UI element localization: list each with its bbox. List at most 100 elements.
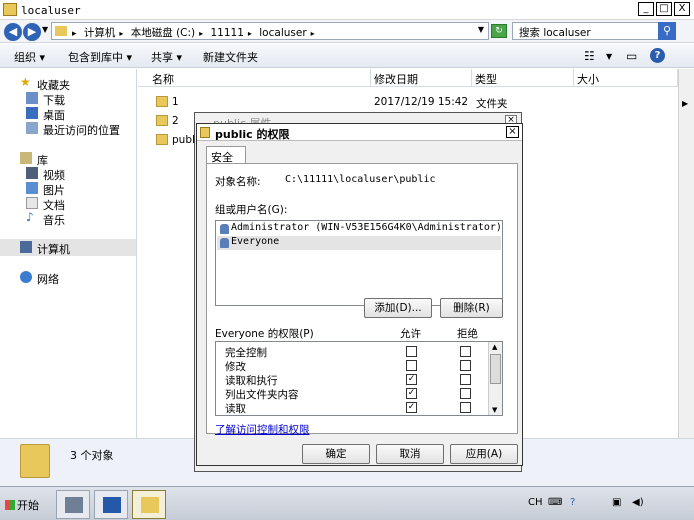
ok-button[interactable]: 确定 xyxy=(302,444,370,464)
deny-checkbox[interactable] xyxy=(460,374,471,385)
nav-recent[interactable]: 最近访问的位置 xyxy=(0,120,136,137)
scroll-down-arrow-icon[interactable]: ▼ xyxy=(492,406,497,414)
server-manager-icon xyxy=(65,497,83,513)
nav-network[interactable]: 网络 xyxy=(0,269,136,286)
scroll-up-arrow-icon[interactable]: ▲ xyxy=(492,343,497,351)
cancel-button[interactable]: 取消 xyxy=(376,444,444,464)
permission-row: 修改 xyxy=(216,359,488,373)
start-button[interactable]: 开始 xyxy=(2,493,40,515)
tab-security[interactable]: 安全 xyxy=(206,146,246,164)
user-list: Administrator (WIN-V53E156G4K0\Administr… xyxy=(215,220,503,306)
dialog-title: public 的权限 xyxy=(215,128,290,141)
allow-checkbox[interactable] xyxy=(406,346,417,357)
taskbar-powershell[interactable] xyxy=(94,490,128,519)
folder-icon xyxy=(156,115,168,126)
view-options-icon[interactable]: ☷ xyxy=(584,49,595,63)
deny-checkbox[interactable] xyxy=(460,388,471,399)
address-row: ◀ ▶ ▼ ▸ 计算机 ▸ 本地磁盘 (C:) ▸ 11111 ▸ localuser… xyxy=(0,20,694,43)
folder-icon xyxy=(3,3,17,16)
user-item-everyone[interactable]: Everyone xyxy=(217,236,501,250)
back-button[interactable]: ◀ xyxy=(4,23,22,41)
volume-icon[interactable]: ◀) xyxy=(632,497,644,508)
window-title: localuser xyxy=(21,4,81,17)
taskbar: 开始 CH ⌨ ? ▣ ◀) xyxy=(0,486,694,520)
scroll-thumb[interactable] xyxy=(490,354,501,384)
forward-button[interactable]: ▶ xyxy=(23,23,41,41)
ime-indicator[interactable]: CH xyxy=(528,497,543,508)
video-icon xyxy=(26,167,38,179)
permissions-label: Everyone 的权限(P) xyxy=(215,328,314,340)
allow-checkbox[interactable] xyxy=(406,360,417,371)
minimize-button[interactable]: _ xyxy=(638,2,654,16)
deny-checkbox[interactable] xyxy=(460,360,471,371)
permissions-dialog: public 的权限 × 安全 对象名称: C:\11111\localuser… xyxy=(196,123,523,466)
object-name-label: 对象名称: xyxy=(215,176,261,188)
organize-button[interactable]: 组织 ▾ xyxy=(14,49,45,65)
learn-access-control-link[interactable]: 了解访问控制和权限 xyxy=(215,422,310,437)
navigation-pane: ★ 收藏夹 下载 桌面 最近访问的位置 库 视频 图片 文档 ♪ 音乐 计算机 … xyxy=(0,69,137,438)
breadcrumb-local-disk[interactable]: 本地磁盘 (C:) xyxy=(131,27,195,39)
explorer-titlebar: localuser _ □ X xyxy=(0,0,694,20)
permissions-scrollbar[interactable]: ▲ ▼ xyxy=(488,342,502,415)
vertical-scrollbar[interactable]: ▶ xyxy=(678,69,694,438)
help-icon[interactable]: ? xyxy=(570,497,575,508)
allow-checkbox[interactable]: ✓ xyxy=(406,388,417,399)
breadcrumb-computer[interactable]: 计算机 xyxy=(84,27,116,39)
column-name[interactable]: 名称 xyxy=(138,69,371,87)
folder-icon xyxy=(156,134,168,145)
column-size[interactable]: 大小 xyxy=(574,69,678,87)
user-icon xyxy=(220,224,229,234)
network-tray-icon[interactable]: ▣ xyxy=(612,497,621,508)
add-button[interactable]: 添加(D)... xyxy=(364,298,432,318)
allow-header: 允许 xyxy=(400,328,421,340)
include-in-library-button[interactable]: 包含到库中 ▾ xyxy=(68,49,132,65)
column-type[interactable]: 类型 xyxy=(472,69,574,87)
file-row[interactable]: 1 2017/12/19 15:42 文件夹 xyxy=(138,93,678,111)
nav-music[interactable]: ♪ 音乐 xyxy=(0,210,136,227)
remove-button[interactable]: 删除(R) xyxy=(440,298,503,318)
deny-checkbox[interactable] xyxy=(460,346,471,357)
column-modified[interactable]: 修改日期 xyxy=(371,69,472,87)
search-icon[interactable]: ⚲ xyxy=(658,22,676,40)
folder-icon xyxy=(55,26,67,36)
close-button[interactable]: X xyxy=(674,2,690,16)
recent-places-icon xyxy=(26,122,38,134)
powershell-icon xyxy=(103,497,121,513)
new-folder-button[interactable]: 新建文件夹 xyxy=(203,49,258,65)
preview-pane-icon[interactable]: ▭ xyxy=(626,49,637,63)
history-dropdown-icon[interactable]: ▼ xyxy=(42,25,48,34)
group-icon xyxy=(220,238,229,248)
windows-flag-icon xyxy=(5,500,15,510)
command-bar: 组织 ▾ 包含到库中 ▾ 共享 ▾ 新建文件夹 ☷ ▼ ▭ ? xyxy=(0,44,694,68)
maximize-button[interactable]: □ xyxy=(656,2,672,16)
pictures-icon xyxy=(26,182,38,194)
help-icon[interactable]: ? xyxy=(650,48,665,63)
breadcrumb-localuser[interactable]: localuser xyxy=(259,27,306,39)
deny-checkbox[interactable] xyxy=(460,402,471,413)
star-icon: ★ xyxy=(20,75,31,89)
user-item-administrator[interactable]: Administrator (WIN-V53E156G4K0\Administr… xyxy=(217,222,502,236)
view-dropdown-icon[interactable]: ▼ xyxy=(606,52,612,61)
allow-checkbox[interactable]: ✓ xyxy=(406,374,417,385)
apply-button[interactable]: 应用(A) xyxy=(450,444,518,464)
dialog-titlebar: public 的权限 × xyxy=(197,124,522,141)
computer-icon xyxy=(20,241,32,253)
taskbar-server-manager[interactable] xyxy=(56,490,90,519)
allow-checkbox[interactable]: ✓ xyxy=(406,402,417,413)
scroll-right-arrow-icon[interactable]: ▶ xyxy=(682,99,688,108)
folder-icon xyxy=(200,127,210,138)
breadcrumb-11111[interactable]: 11111 xyxy=(211,27,244,39)
refresh-button[interactable]: ↻ xyxy=(491,24,507,38)
share-button[interactable]: 共享 ▾ xyxy=(151,49,182,65)
search-input[interactable]: 搜索 localuser ⚲ xyxy=(512,22,676,40)
address-bar[interactable]: ▸ 计算机 ▸ 本地磁盘 (C:) ▸ 11111 ▸ localuser ▸ ▼ xyxy=(51,22,489,40)
keyboard-icon[interactable]: ⌨ xyxy=(548,497,562,508)
group-label: 组或用户名(G): xyxy=(215,204,288,216)
documents-icon xyxy=(26,197,38,209)
taskbar-explorer[interactable] xyxy=(132,490,166,519)
library-icon xyxy=(20,152,32,164)
nav-computer[interactable]: 计算机 xyxy=(0,239,136,256)
address-dropdown-icon[interactable]: ▼ xyxy=(478,25,484,34)
explorer-icon xyxy=(141,497,159,513)
close-button[interactable]: × xyxy=(506,126,519,138)
